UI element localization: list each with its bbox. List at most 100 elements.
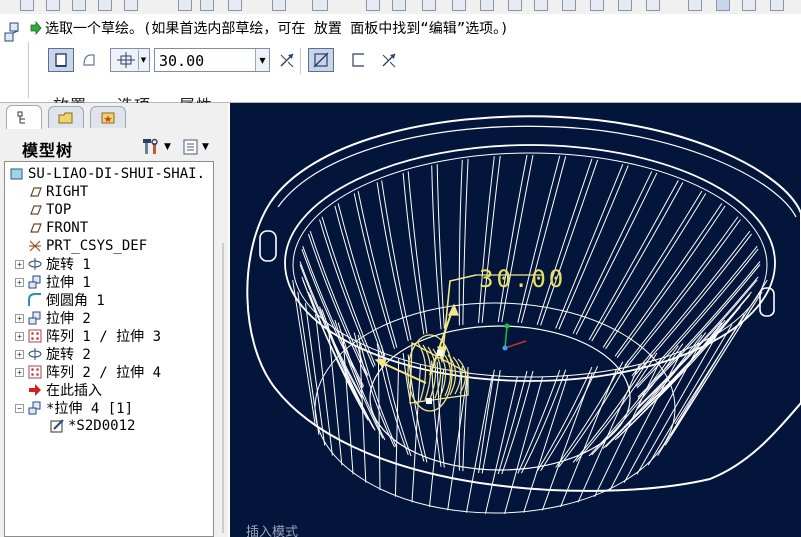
message-text: 选取一个草绘。(如果首选内部草绘，可在 放置 面板中找到“编辑”选项。) bbox=[45, 21, 509, 37]
basket-rib bbox=[436, 164, 445, 329]
toolbar-button[interactable] bbox=[534, 0, 548, 11]
collapse-icon[interactable]: − bbox=[15, 404, 24, 413]
tree-item[interactable]: + 旋转 2 bbox=[15, 345, 91, 363]
tab-folder-browser[interactable] bbox=[48, 106, 84, 128]
depth-value-field[interactable]: 30.00 ▼ bbox=[154, 48, 270, 72]
tree-item[interactable]: + 阵列 2 / 拉伸 4 bbox=[15, 363, 162, 381]
tree-item-label: FRONT bbox=[46, 220, 89, 236]
tree-item[interactable]: FRONT bbox=[27, 219, 88, 237]
redo-icon[interactable] bbox=[272, 0, 286, 11]
basket-outer-rib bbox=[504, 376, 544, 514]
toolbar-button[interactable] bbox=[770, 0, 784, 11]
remove-material-button[interactable] bbox=[308, 48, 334, 72]
bowl-top-ring bbox=[284, 144, 776, 382]
toolbar-button[interactable] bbox=[178, 0, 192, 11]
toolbar-button[interactable] bbox=[618, 0, 632, 11]
basket-rib bbox=[407, 171, 428, 334]
drag-handle[interactable] bbox=[437, 350, 443, 356]
toolbar-button[interactable] bbox=[422, 0, 436, 11]
depth-option-dropdown[interactable]: ▼ bbox=[110, 48, 150, 72]
folder-icon bbox=[58, 112, 73, 123]
extrude-icon bbox=[28, 311, 41, 325]
expand-icon[interactable]: + bbox=[15, 260, 24, 269]
basket-rib bbox=[481, 370, 501, 474]
close-icon[interactable] bbox=[200, 0, 214, 11]
toolbar-button[interactable] bbox=[46, 0, 60, 11]
tree-item[interactable]: RIGHT bbox=[27, 183, 88, 201]
tree-item[interactable]: + 拉伸 1 bbox=[15, 273, 91, 291]
tree-item-label: *S2D0012 bbox=[68, 418, 136, 434]
tree-item[interactable]: − *拉伸 4 [1] bbox=[15, 399, 133, 417]
toolbar-button[interactable] bbox=[98, 0, 112, 11]
tab-favorites[interactable] bbox=[90, 106, 126, 128]
basket-rib bbox=[462, 367, 469, 472]
rim-inner-outline bbox=[277, 125, 797, 218]
toolbar-button[interactable] bbox=[312, 0, 328, 11]
undo-icon[interactable] bbox=[228, 0, 242, 11]
basket-rib bbox=[357, 191, 398, 348]
basket-rib bbox=[402, 172, 425, 335]
handle-slot-left bbox=[259, 230, 277, 262]
tree-item[interactable]: 倒圆角 1 bbox=[27, 291, 105, 309]
tree-item[interactable]: 在此插入 bbox=[27, 381, 102, 399]
tree-item[interactable]: *S2D0012 bbox=[49, 417, 135, 435]
graphics-viewport[interactable]: 30.00 插入模式 bbox=[230, 103, 801, 537]
flip-direction-icon bbox=[280, 53, 294, 68]
toolbar-button[interactable] bbox=[562, 0, 576, 11]
tree-settings-button[interactable]: ▼ bbox=[142, 138, 174, 156]
basket-model[interactable] bbox=[230, 103, 801, 537]
chevron-down-icon[interactable]: ▼ bbox=[255, 49, 269, 71]
thicken-button[interactable] bbox=[346, 48, 372, 72]
toolbar-button[interactable] bbox=[646, 0, 660, 11]
panel-splitter[interactable] bbox=[218, 243, 228, 533]
zoom-icon[interactable] bbox=[508, 0, 522, 11]
dashboard-divider bbox=[300, 48, 301, 74]
round-icon bbox=[28, 293, 41, 306]
toolbar-button[interactable] bbox=[124, 0, 138, 11]
drag-handle[interactable] bbox=[426, 398, 432, 404]
basket-rib bbox=[625, 219, 741, 368]
toolbar-button[interactable] bbox=[392, 0, 406, 11]
extrude-icon bbox=[28, 275, 41, 289]
basket-rib bbox=[517, 369, 561, 474]
dashboard-divider bbox=[28, 42, 29, 98]
expand-icon[interactable]: + bbox=[15, 278, 24, 287]
tree-item[interactable]: + 阵列 1 / 拉伸 3 bbox=[15, 327, 162, 345]
toolbar-button[interactable] bbox=[742, 0, 756, 11]
flip-direction-button[interactable] bbox=[274, 48, 300, 72]
tree-item[interactable]: + 拉伸 2 bbox=[15, 309, 91, 327]
expand-icon[interactable]: + bbox=[15, 350, 24, 359]
depth-value[interactable]: 30.00 bbox=[159, 52, 204, 70]
toolbar-button[interactable] bbox=[590, 0, 604, 11]
toolbar-button[interactable] bbox=[716, 0, 730, 11]
toolbar-button[interactable] bbox=[20, 0, 34, 11]
thicken-flip-button[interactable] bbox=[376, 48, 402, 72]
depth-dimension-label[interactable]: 30.00 bbox=[479, 265, 566, 293]
surface-button[interactable] bbox=[76, 48, 102, 72]
toolbar-button[interactable] bbox=[688, 0, 702, 11]
favorites-icon bbox=[101, 112, 115, 123]
tree-item-label: TOP bbox=[46, 202, 72, 218]
tab-model-tree[interactable] bbox=[6, 105, 42, 129]
tree-item[interactable]: + 旋转 1 bbox=[15, 255, 91, 273]
tree-item-label: 倒圆角 1 bbox=[46, 293, 105, 309]
expand-icon[interactable]: + bbox=[15, 314, 24, 323]
basket-rib bbox=[497, 370, 528, 475]
solid-button[interactable] bbox=[48, 48, 74, 72]
tree-item-label: 阵列 2 / 拉伸 4 bbox=[46, 365, 162, 381]
tree-item[interactable]: TOP bbox=[27, 201, 71, 219]
basket-rib bbox=[458, 159, 463, 326]
toolbar-button[interactable] bbox=[366, 0, 380, 11]
tree-item-label: 阵列 1 / 拉伸 3 bbox=[46, 329, 162, 345]
toolbar-button[interactable] bbox=[452, 0, 466, 11]
tree-item[interactable]: SU-LIAO-DI-SHUI-SHAI. bbox=[9, 165, 205, 183]
expand-icon[interactable]: + bbox=[15, 368, 24, 377]
toolbar-button[interactable] bbox=[480, 0, 494, 11]
tree-show-button[interactable]: ▼ bbox=[182, 138, 214, 156]
toolbar-button[interactable] bbox=[72, 0, 86, 11]
model-tree-icon bbox=[17, 111, 25, 123]
basket-outer-rib bbox=[465, 375, 493, 513]
tree-item[interactable]: PRT_CSYS_DEF bbox=[27, 237, 147, 255]
tree-item-label: 在此插入 bbox=[46, 383, 102, 399]
expand-icon[interactable]: + bbox=[15, 332, 24, 341]
